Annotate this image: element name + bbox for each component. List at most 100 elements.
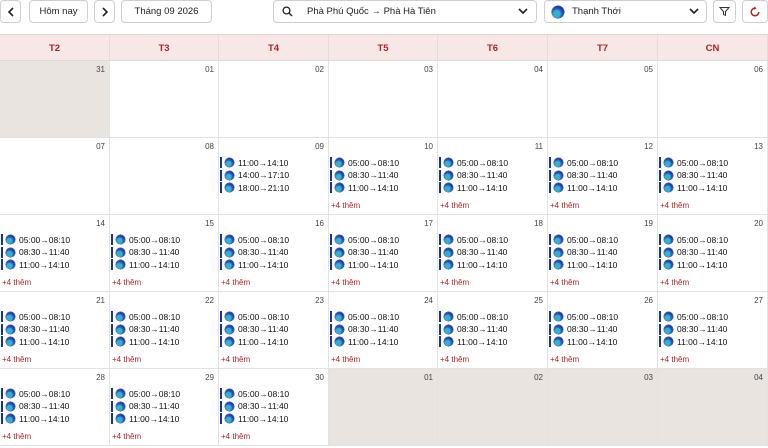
trip-event[interactable]: 05:00→08:10: [549, 311, 654, 322]
trip-event[interactable]: 08:30→11:40: [439, 169, 544, 181]
day-cell[interactable]: 29 05:00→08:10 08:30→11:40 11:00→14:10 +4 th…: [110, 369, 219, 446]
trip-event[interactable]: 08:30→11:40: [659, 169, 764, 181]
day-cell[interactable]: 22 05:00→08:10 08:30→11:40 11:00→14:10 +4 th…: [110, 292, 219, 369]
trip-event[interactable]: 08:30→11:40: [111, 246, 216, 258]
trip-event[interactable]: 11:00→14:10: [439, 259, 544, 270]
trip-event[interactable]: 11:00→14:10: [659, 336, 764, 347]
trip-event[interactable]: 08:30→11:40: [220, 246, 325, 258]
day-cell[interactable]: 30 05:00→08:10 08:30→11:40 11:00→14:10 +4 th…: [219, 369, 329, 446]
more-trips-link[interactable]: +4 thêm: [331, 278, 360, 287]
trip-event[interactable]: 05:00→08:10: [1, 388, 106, 399]
trip-event[interactable]: 08:30→11:40: [549, 169, 654, 181]
trip-event[interactable]: 05:00→08:10: [111, 388, 216, 399]
trip-event[interactable]: 05:00→08:10: [111, 311, 216, 322]
trip-event[interactable]: 08:30→11:40: [659, 323, 764, 335]
trip-event[interactable]: 08:30→11:40: [330, 323, 435, 335]
day-cell[interactable]: 19 05:00→08:10 08:30→11:40 11:00→14:10 +4 th…: [548, 215, 658, 292]
day-cell[interactable]: 24 05:00→08:10 08:30→11:40 11:00→14:10 +4 th…: [329, 292, 438, 369]
day-cell[interactable]: 25 05:00→08:10 08:30→11:40 11:00→14:10 +4 th…: [438, 292, 548, 369]
more-trips-link[interactable]: +4 thêm: [2, 432, 31, 441]
trip-event[interactable]: 05:00→08:10: [220, 311, 325, 322]
day-cell[interactable]: 06: [658, 61, 768, 138]
trip-event[interactable]: 11:00→14:10: [220, 413, 325, 424]
day-cell[interactable]: 31: [0, 61, 110, 138]
day-cell[interactable]: 27 05:00→08:10 08:30→11:40 11:00→14:10 +4 th…: [658, 292, 768, 369]
more-trips-link[interactable]: +4 thêm: [112, 355, 141, 364]
day-cell[interactable]: 02: [219, 61, 329, 138]
day-cell[interactable]: 07: [0, 138, 110, 215]
trip-event[interactable]: 05:00→08:10: [330, 311, 435, 322]
day-cell[interactable]: 15 05:00→08:10 08:30→11:40 11:00→14:10 +4 th…: [110, 215, 219, 292]
trip-event[interactable]: 08:30→11:40: [439, 246, 544, 258]
trip-event[interactable]: 05:00→08:10: [659, 234, 764, 245]
trip-event[interactable]: 05:00→08:10: [439, 234, 544, 245]
trip-event[interactable]: 11:00→14:10: [220, 157, 325, 168]
more-trips-link[interactable]: +4 thêm: [331, 201, 360, 210]
day-cell[interactable]: 20 05:00→08:10 08:30→11:40 11:00→14:10 +4 th…: [658, 215, 768, 292]
trip-event[interactable]: 08:30→11:40: [1, 323, 106, 335]
refresh-button[interactable]: [742, 0, 768, 23]
next-month-button[interactable]: [94, 0, 115, 23]
trip-event[interactable]: 05:00→08:10: [659, 157, 764, 168]
prev-month-button[interactable]: [0, 0, 21, 23]
trip-event[interactable]: 11:00→14:10: [111, 336, 216, 347]
trip-event[interactable]: 05:00→08:10: [549, 234, 654, 245]
day-cell[interactable]: 16 05:00→08:10 08:30→11:40 11:00→14:10 +4 th…: [219, 215, 329, 292]
more-trips-link[interactable]: +4 thêm: [112, 432, 141, 441]
more-trips-link[interactable]: +4 thêm: [2, 355, 31, 364]
day-cell[interactable]: 01: [329, 369, 438, 446]
more-trips-link[interactable]: +4 thêm: [440, 278, 469, 287]
trip-event[interactable]: 11:00→14:10: [330, 182, 435, 193]
day-cell[interactable]: 21 05:00→08:10 08:30→11:40 11:00→14:10 +4 th…: [0, 292, 110, 369]
day-cell[interactable]: 26 05:00→08:10 08:30→11:40 11:00→14:10 +4 th…: [548, 292, 658, 369]
day-cell[interactable]: 28 05:00→08:10 08:30→11:40 11:00→14:10 +4 th…: [0, 369, 110, 446]
day-cell[interactable]: 03: [548, 369, 658, 446]
more-trips-link[interactable]: +4 thêm: [660, 278, 689, 287]
trip-event[interactable]: 08:30→11:40: [659, 246, 764, 258]
trip-event[interactable]: 11:00→14:10: [659, 259, 764, 270]
trip-event[interactable]: 11:00→14:10: [439, 182, 544, 193]
day-cell[interactable]: 18 05:00→08:10 08:30→11:40 11:00→14:10 +4 th…: [438, 215, 548, 292]
trip-event[interactable]: 08:30→11:40: [1, 246, 106, 258]
trip-event[interactable]: 11:00→14:10: [1, 336, 106, 347]
day-cell[interactable]: 23 05:00→08:10 08:30→11:40 11:00→14:10 +4 th…: [219, 292, 329, 369]
trip-event[interactable]: 11:00→14:10: [1, 413, 106, 424]
more-trips-link[interactable]: +4 thêm: [440, 201, 469, 210]
filter-button[interactable]: [713, 0, 736, 23]
day-cell[interactable]: 09 11:00→14:10 14:00→17:10 18:00→21:10: [219, 138, 329, 215]
day-cell[interactable]: 12 05:00→08:10 08:30→11:40 11:00→14:10 +4 th…: [548, 138, 658, 215]
day-cell[interactable]: 11 05:00→08:10 08:30→11:40 11:00→14:10 +4 th…: [438, 138, 548, 215]
trip-event[interactable]: 11:00→14:10: [549, 336, 654, 347]
day-cell[interactable]: 03: [329, 61, 438, 138]
trip-event[interactable]: 18:00→21:10: [220, 182, 325, 193]
trip-event[interactable]: 11:00→14:10: [330, 336, 435, 347]
more-trips-link[interactable]: +4 thêm: [440, 355, 469, 364]
trip-event[interactable]: 11:00→14:10: [111, 259, 216, 270]
trip-event[interactable]: 08:30→11:40: [549, 323, 654, 335]
trip-event[interactable]: 11:00→14:10: [1, 259, 106, 270]
trip-event[interactable]: 08:30→11:40: [330, 246, 435, 258]
trip-event[interactable]: 08:30→11:40: [439, 323, 544, 335]
trip-event[interactable]: 08:30→11:40: [111, 400, 216, 412]
day-cell[interactable]: 14 05:00→08:10 08:30→11:40 11:00→14:10 +4 th…: [0, 215, 110, 292]
more-trips-link[interactable]: +4 thêm: [221, 432, 250, 441]
today-button[interactable]: Hôm nay: [29, 0, 88, 23]
more-trips-link[interactable]: +4 thêm: [660, 355, 689, 364]
more-trips-link[interactable]: +4 thêm: [660, 201, 689, 210]
day-cell[interactable]: 02: [438, 369, 548, 446]
trip-event[interactable]: 11:00→14:10: [549, 259, 654, 270]
route-select[interactable]: Phà Phú Quốc → Phà Hà Tiên: [273, 0, 537, 23]
trip-event[interactable]: 11:00→14:10: [220, 336, 325, 347]
trip-event[interactable]: 14:00→17:10: [220, 169, 325, 181]
more-trips-link[interactable]: +4 thêm: [112, 278, 141, 287]
trip-event[interactable]: 05:00→08:10: [1, 311, 106, 322]
month-picker-button[interactable]: Tháng 09 2026: [121, 0, 212, 23]
trip-event[interactable]: 11:00→14:10: [111, 413, 216, 424]
trip-event[interactable]: 05:00→08:10: [330, 157, 435, 168]
trip-event[interactable]: 08:30→11:40: [220, 400, 325, 412]
day-cell[interactable]: 17 05:00→08:10 08:30→11:40 11:00→14:10 +4 th…: [329, 215, 438, 292]
day-cell[interactable]: 05: [548, 61, 658, 138]
day-cell[interactable]: 01: [110, 61, 219, 138]
day-cell[interactable]: 04: [658, 369, 768, 446]
day-cell[interactable]: 10 05:00→08:10 08:30→11:40 11:00→14:10 +4 th…: [329, 138, 438, 215]
